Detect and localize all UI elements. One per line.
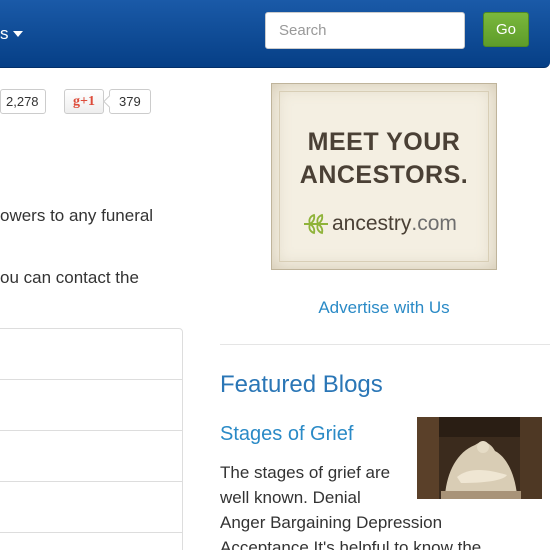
body-text-line: ou can contact the bbox=[0, 268, 139, 287]
blog-excerpt: The stages of grief are well known. Deni… bbox=[220, 460, 532, 550]
gplus-count: 379 bbox=[109, 89, 151, 114]
share-count: 2,278 bbox=[0, 89, 46, 114]
go-button[interactable]: Go bbox=[483, 12, 529, 47]
blog-title-link[interactable]: Stages of Grief bbox=[220, 423, 353, 446]
ad-brand-name: ancestry bbox=[332, 212, 412, 235]
nav-dropdown-label: s bbox=[0, 24, 9, 43]
list-panel bbox=[0, 328, 183, 550]
blog-excerpt-line: Acceptance It's helpful to know the bbox=[220, 538, 482, 550]
top-navbar: s Go bbox=[0, 0, 550, 68]
list-item[interactable] bbox=[0, 482, 182, 533]
advertise-with-us-link[interactable]: Advertise with Us bbox=[220, 298, 548, 318]
nav-dropdown[interactable]: s bbox=[0, 22, 23, 46]
list-item[interactable] bbox=[0, 329, 182, 380]
chevron-down-icon bbox=[12, 31, 23, 37]
ad-headline: MEET YOUR ANCESTORS. bbox=[272, 126, 496, 192]
ad-brand-tld: .com bbox=[411, 212, 457, 235]
blog-excerpt-line: The stages of grief are bbox=[220, 463, 391, 482]
sidebar-divider bbox=[220, 344, 550, 345]
gplus-button[interactable]: g+1 bbox=[64, 89, 104, 114]
ad-headline-line: MEET YOUR bbox=[307, 128, 461, 156]
leaf-icon bbox=[304, 213, 328, 235]
gplus-icon: g+1 bbox=[73, 94, 95, 109]
list-item[interactable] bbox=[0, 380, 182, 431]
list-item[interactable] bbox=[0, 431, 182, 482]
blog-excerpt-line: well known. Denial bbox=[220, 488, 361, 507]
featured-blogs-heading: Featured Blogs bbox=[220, 371, 383, 398]
ancestry-logo: ancestry .com bbox=[302, 212, 457, 236]
ad-headline-line: ANCESTORS. bbox=[299, 161, 469, 189]
blog-excerpt-line: Anger Bargaining Depression bbox=[220, 513, 443, 532]
search-input[interactable] bbox=[265, 12, 465, 49]
body-text-line: owers to any funeral bbox=[0, 206, 154, 225]
ancestry-ad-banner[interactable]: MEET YOUR ANCESTORS. ancestry .com bbox=[271, 83, 497, 270]
